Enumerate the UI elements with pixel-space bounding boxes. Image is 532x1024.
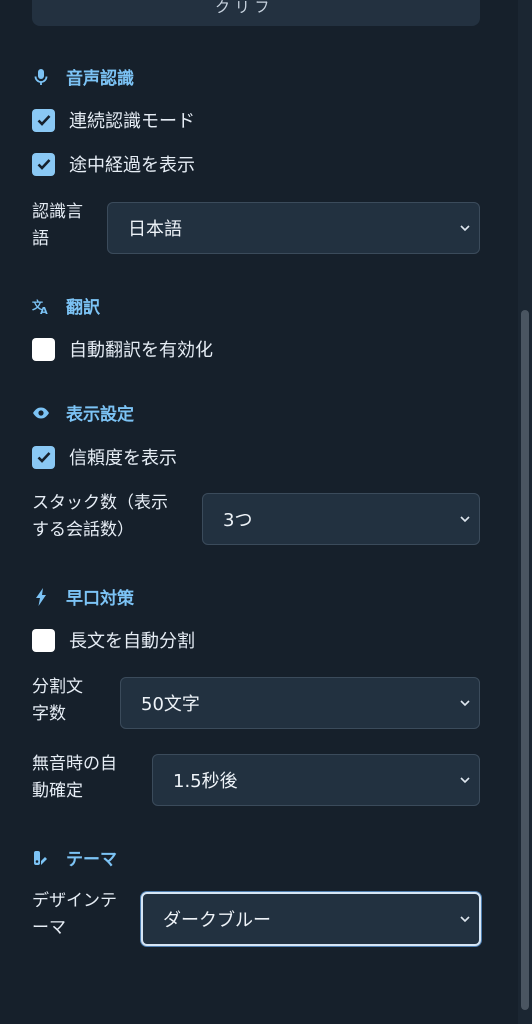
checkmark-icon [37,115,50,126]
design-theme-label: デザインテ ーマ [32,888,117,942]
eye-icon [32,404,50,422]
silence-timeout-label-line1: 無音時の自 [32,754,117,774]
palette-icon [32,849,50,867]
stack-count-label: スタック数（表示 する会話数） [32,490,168,544]
interim-result-label: 途中経過を表示 [69,155,195,176]
continuous-mode-checkbox[interactable] [32,108,55,132]
checkmark-icon [37,159,50,170]
auto-split-label: 長文を自動分割 [69,631,195,652]
language-label-line1: 認識言 [32,202,83,222]
section-title-speech: 音声認識 [32,64,134,89]
microphone-icon [32,68,50,86]
clear-button[interactable]: ク リ フ [32,0,480,26]
auto-translate-checkbox[interactable] [32,337,55,361]
stack-count-select-value: 3つ [223,510,253,531]
silence-timeout-label: 無音時の自 動確定 [32,751,117,805]
split-length-label-line2: 字数 [32,704,66,724]
design-theme-select-value: ダークブルー [163,910,271,931]
interim-result-checkbox-row[interactable]: 途中経過を表示 [32,151,195,177]
auto-translate-checkbox-row[interactable]: 自動翻訳を有効化 [32,336,213,362]
silence-timeout-select[interactable]: 1.5秒後 [152,754,480,806]
stack-count-label-line1: スタック数（表示 [32,493,168,513]
silence-timeout-label-line2: 動確定 [32,781,83,801]
section-title-text: 表示設定 [66,405,134,425]
split-length-select-value: 50文字 [141,694,200,715]
design-theme-select[interactable]: ダークブルー [141,892,481,946]
split-length-label-line1: 分割文 [32,677,83,697]
auto-split-checkbox-row[interactable]: 長文を自動分割 [32,627,195,653]
section-title-text: 早口対策 [66,589,134,609]
checkmark-icon [37,452,50,463]
interim-result-checkbox[interactable] [32,152,55,176]
section-title-fast-speech: 早口対策 [32,584,134,609]
auto-split-checkbox[interactable] [32,628,55,652]
chevron-down-icon [460,700,470,707]
stack-count-select[interactable]: 3つ [202,493,480,545]
design-theme-label-line2: ーマ [32,918,66,938]
section-title-text: 音声認識 [66,69,134,89]
chevron-down-icon [460,777,470,784]
settings-panel: ク リ フ 音声認識 連続認識モード 途中経過を表示 認識言 語 日本語 文A … [0,0,518,1024]
confidence-checkbox[interactable] [32,445,55,469]
continuous-mode-checkbox-row[interactable]: 連続認識モード [32,107,195,133]
lightning-icon [32,587,50,606]
split-length-label: 分割文 字数 [32,674,83,728]
chevron-down-icon [460,225,470,232]
translate-icon: 文A [32,297,50,315]
continuous-mode-label: 連続認識モード [69,111,195,132]
design-theme-label-line1: デザインテ [32,891,117,911]
split-length-select[interactable]: 50文字 [120,677,480,729]
section-title-translation: 文A 翻訳 [32,293,100,319]
language-select-value: 日本語 [128,219,182,240]
confidence-label: 信頼度を表示 [69,448,177,469]
clear-button-label: ク リ フ [215,0,270,16]
chevron-down-icon [460,516,470,523]
section-title-text: テーマ [66,850,117,870]
language-select[interactable]: 日本語 [107,202,480,254]
section-title-display: 表示設定 [32,400,134,425]
language-label: 認識言 語 [32,199,83,253]
chevron-down-icon [460,916,470,923]
language-label-line2: 語 [32,229,49,249]
auto-translate-label: 自動翻訳を有効化 [69,340,213,361]
stack-count-label-line2: する会話数） [32,520,134,540]
section-title-theme: テーマ [32,845,117,870]
confidence-checkbox-row[interactable]: 信頼度を表示 [32,444,177,470]
section-title-text: 翻訳 [66,298,100,318]
scrollbar-thumb[interactable] [521,310,529,1010]
silence-timeout-select-value: 1.5秒後 [173,771,238,792]
svg-text:A: A [40,306,48,315]
